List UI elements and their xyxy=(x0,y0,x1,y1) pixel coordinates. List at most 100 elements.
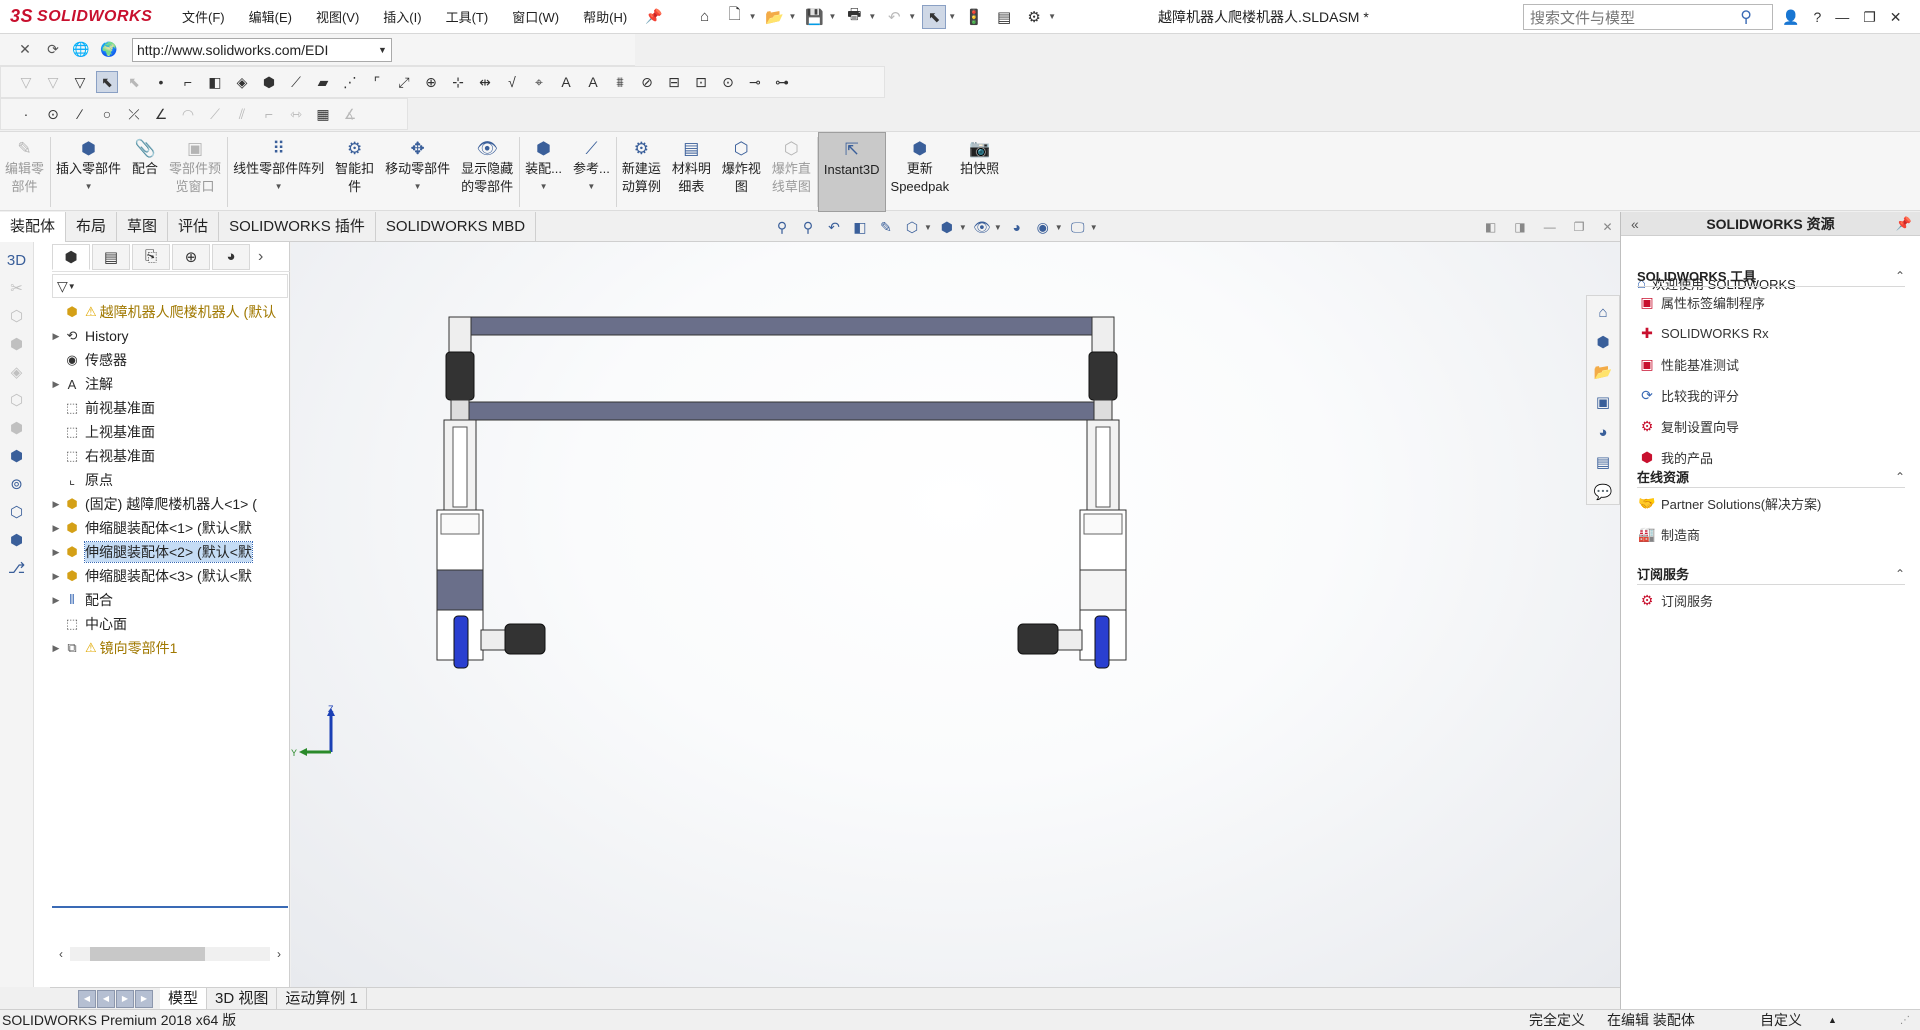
filter-midpoints-icon[interactable]: ⤢ xyxy=(393,71,415,93)
tree-item[interactable]: ⬚ 前视基准面 xyxy=(50,396,290,420)
tab-sketch[interactable]: 草图 xyxy=(117,212,169,242)
corner-icon[interactable]: ⌐ xyxy=(258,103,280,125)
expand-arrow-icon[interactable]: ▶ xyxy=(50,571,62,582)
tool-icon[interactable]: ⎇ xyxy=(5,556,29,580)
minimize-icon[interactable]: — xyxy=(1835,9,1849,25)
help-icon[interactable]: ? xyxy=(1813,9,1821,25)
ribbon-button-explode-line-sketch[interactable]: ⬡ 爆炸直 线草图 xyxy=(767,132,817,212)
tab-layout[interactable]: 布局 xyxy=(66,212,118,242)
view-orientation-icon[interactable]: ⬡ xyxy=(901,216,923,238)
tree-item[interactable]: ▶ ⧉ ⚠ 镜向零部件1 xyxy=(50,636,290,660)
previous-view-icon[interactable]: ↶ xyxy=(823,216,845,238)
url-input[interactable] xyxy=(132,37,392,62)
chevron-down-icon[interactable]: ▼ xyxy=(789,12,797,21)
trim-icon[interactable]: ⤫ xyxy=(123,103,145,125)
filter-datum-features-icon[interactable]: A xyxy=(582,71,604,93)
ribbon-button-mate[interactable]: 📎 配合 xyxy=(127,132,164,212)
tree-item[interactable]: ⬚ 上视基准面 xyxy=(50,420,290,444)
filter-dimensions-icon[interactable]: ⇹ xyxy=(474,71,496,93)
chevron-down-icon[interactable]: ▼ xyxy=(378,45,387,55)
angle-dim-icon[interactable]: ∡ xyxy=(339,103,361,125)
tool-icon[interactable]: ⬡ xyxy=(5,304,29,328)
tool-icon[interactable]: ⊚ xyxy=(5,472,29,496)
filter-solid-icon[interactable]: ⬢ xyxy=(258,71,280,93)
featuremanager-tab-icon[interactable]: ⬢ xyxy=(52,243,90,270)
tool-icon[interactable]: ⬢ xyxy=(5,528,29,552)
ribbon-button-component-preview[interactable]: ▣ 零部件预 览窗口 xyxy=(164,132,227,212)
solidworks-resources-home-icon[interactable]: ⌂ xyxy=(1590,300,1616,324)
tab-addins[interactable]: SOLIDWORKS 插件 xyxy=(219,212,376,242)
save-icon[interactable]: 💾 xyxy=(802,5,826,29)
tree-item[interactable]: ▶ A 注解 xyxy=(50,372,290,396)
filter-surface-finish-icon[interactable]: √ xyxy=(501,71,523,93)
filter-dowel-pins-icon[interactable]: ⊙ xyxy=(717,71,739,93)
expand-arrow-icon[interactable]: ▶ xyxy=(50,523,62,534)
unit-system[interactable]: 自定义 xyxy=(1760,1010,1802,1030)
ribbon-button-smart-fasteners[interactable]: ⚙ 智能扣 件 xyxy=(330,132,380,212)
scroll-track[interactable] xyxy=(70,947,270,961)
3d-view-icon[interactable]: 3D xyxy=(5,248,29,272)
menu-file[interactable]: 文件(F) xyxy=(170,7,237,26)
configurationmanager-tab-icon[interactable]: ⎘ xyxy=(132,243,170,270)
tab-mbd[interactable]: SOLIDWORKS MBD xyxy=(376,212,537,242)
top-beam-upper[interactable] xyxy=(468,316,1095,336)
chevron-down-icon[interactable]: ▼ xyxy=(540,178,548,196)
task-pane-link[interactable]: ⚙ 复制设置向导 xyxy=(1637,411,1905,442)
apply-scene-icon[interactable]: ◉ xyxy=(1032,216,1054,238)
viewport-restore-icon[interactable]: ❐ xyxy=(1574,220,1585,234)
chevron-down-icon[interactable]: ▼ xyxy=(868,12,876,21)
collapse-left-icon[interactable]: ◧ xyxy=(1485,220,1496,234)
menu-window[interactable]: 窗口(W) xyxy=(500,7,571,26)
task-pane-link[interactable]: ⚙ 订阅服务 xyxy=(1637,585,1905,616)
expand-arrow-icon[interactable]: ▶ xyxy=(50,379,62,390)
filter-sketch-segments-icon[interactable]: ⌜ xyxy=(366,71,388,93)
tree-item[interactable]: ▶ ⫴ 配合 xyxy=(50,588,290,612)
chevron-down-icon[interactable]: ▼ xyxy=(924,223,932,232)
filter-sketch-points-icon[interactable]: ⋰ xyxy=(339,71,361,93)
open-icon[interactable]: 📂 xyxy=(763,5,787,29)
chevron-up-icon[interactable]: ⌃ xyxy=(1895,470,1905,484)
ribbon-button-move-component[interactable]: ✥ 移动零部件 ▼ xyxy=(380,132,456,212)
chevron-down-icon[interactable]: ▼ xyxy=(85,178,93,196)
tab-evaluate[interactable]: 评估 xyxy=(168,212,220,242)
tree-item[interactable]: ▶ ⬢ (固定) 越障爬楼机器人<1> ( xyxy=(50,492,290,516)
tree-item[interactable]: ▶ ⬢ 伸缩腿装配体<1> (默认<默 xyxy=(50,516,290,540)
menu-insert[interactable]: 插入(I) xyxy=(371,7,433,26)
filter-blocks-icon[interactable]: ⊡ xyxy=(690,71,712,93)
tab-3d-views[interactable]: 3D 视图 xyxy=(207,987,278,1010)
filter-center-marks-icon[interactable]: ⊕ xyxy=(420,71,442,93)
section-view-icon[interactable]: ◧ xyxy=(849,216,871,238)
tree-item[interactable]: ▶ ⬢ 伸缩腿装配体<3> (默认<默 xyxy=(50,564,290,588)
tab-assembly[interactable]: 装配体 xyxy=(0,212,67,242)
propertymanager-tab-icon[interactable]: ▤ xyxy=(92,243,130,270)
chevron-down-icon[interactable]: ▼ xyxy=(959,223,967,232)
task-pane-link[interactable]: ▣ 属性标签编制程序 xyxy=(1637,287,1905,318)
filter-icon[interactable]: ▽ xyxy=(15,71,37,93)
first-tab-icon[interactable]: ◀ xyxy=(78,989,96,1008)
select-arrow-icon[interactable]: ⬉ xyxy=(922,4,947,29)
ribbon-button-exploded-view[interactable]: ⬡ 爆炸视 图 xyxy=(717,132,767,212)
chevron-down-icon[interactable]: ▼ xyxy=(587,178,595,196)
refresh-icon[interactable]: ⟳ xyxy=(42,39,64,61)
filter-axes-icon[interactable]: ⟋ xyxy=(285,71,307,93)
scroll-left-icon[interactable]: ‹ xyxy=(52,947,70,961)
point-icon[interactable]: · xyxy=(15,103,37,125)
filter-weld-symbols-icon[interactable]: ⩩ xyxy=(609,71,631,93)
line-icon[interactable]: ∕ xyxy=(69,103,91,125)
chevron-down-icon[interactable]: ▼ xyxy=(1090,223,1098,232)
ribbon-button-instant3d[interactable]: ⇱ Instant3D xyxy=(817,132,886,212)
viewport-close-icon[interactable]: ✕ xyxy=(1602,220,1612,234)
tab-model[interactable]: 模型 xyxy=(160,987,208,1010)
print-icon[interactable]: 🖶 xyxy=(842,5,866,29)
filter-routing-points-icon[interactable]: ⊶ xyxy=(771,71,793,93)
zoom-to-area-icon[interactable]: ⚲ xyxy=(797,216,819,238)
chevron-down-icon[interactable]: ▼ xyxy=(948,12,956,21)
prev-tab-icon[interactable]: ◀ xyxy=(97,989,115,1008)
chevron-up-icon[interactable]: ⌃ xyxy=(1895,567,1905,581)
web-go-icon[interactable]: 🌍 xyxy=(98,39,120,61)
tree-item[interactable]: ⬚ 中心面 xyxy=(50,612,290,636)
ribbon-button-speedpak[interactable]: ⬢ 更新 Speedpak xyxy=(886,132,956,212)
pin-icon[interactable]: 📌 xyxy=(1896,216,1912,232)
rebuild-icon[interactable]: 🚦 xyxy=(962,5,986,29)
grid-icon[interactable]: ▦ xyxy=(312,103,334,125)
